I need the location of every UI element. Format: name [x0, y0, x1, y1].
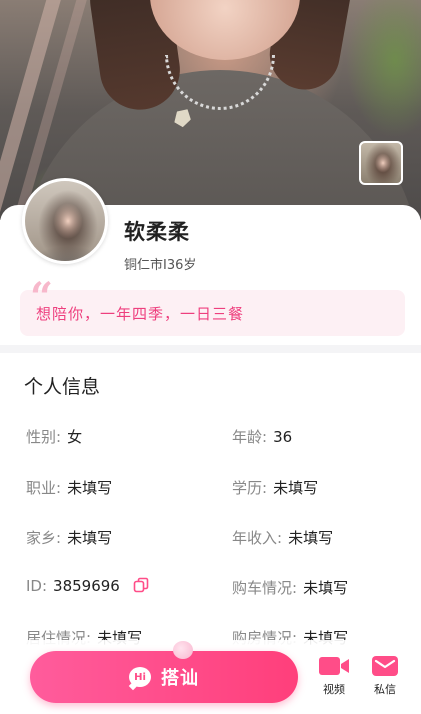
- info-id: ID: 3859696: [26, 577, 149, 595]
- info-value: 未填写: [67, 529, 113, 547]
- quote-text: 想陪你，一年四季，一日三餐: [36, 305, 245, 323]
- video-label: 视频: [323, 683, 345, 696]
- info-income: 年收入: 未填写: [232, 527, 333, 548]
- info-label: 职业:: [26, 479, 62, 497]
- info-car: 购车情况: 未填写: [232, 577, 348, 598]
- info-value: 未填写: [67, 479, 113, 497]
- info-label: 年龄:: [232, 428, 268, 446]
- video-icon: [319, 657, 349, 675]
- profile-meta: 铜仁市I36岁: [124, 254, 196, 273]
- video-button[interactable]: 视频: [312, 654, 356, 697]
- info-value: 3859696: [53, 577, 120, 595]
- info-gender: 性别: 女: [26, 426, 82, 447]
- info-age: 年龄: 36: [232, 426, 292, 447]
- signature-quote: “ 想陪你，一年四季，一日三餐: [20, 278, 405, 336]
- profile-city: 铜仁市: [124, 258, 164, 273]
- greet-button-label: 搭讪: [161, 668, 199, 689]
- info-label: ID:: [26, 577, 48, 595]
- section-title: 个人信息: [24, 376, 101, 398]
- avatar[interactable]: [22, 178, 108, 264]
- greet-button[interactable]: Hi 搭讪: [30, 651, 298, 703]
- message-icon: [372, 656, 398, 676]
- message-button[interactable]: 私信: [363, 654, 407, 697]
- info-label: 性别:: [26, 428, 62, 446]
- info-label: 年收入:: [232, 529, 283, 547]
- decorative-bubble: [173, 641, 193, 659]
- info-label: 学历:: [232, 479, 268, 497]
- profile-name: 软柔柔: [124, 220, 190, 244]
- info-value: 未填写: [273, 479, 319, 497]
- info-value: 36: [273, 428, 293, 446]
- info-hometown: 家乡: 未填写: [26, 527, 112, 548]
- photo-thumbnail[interactable]: [359, 141, 403, 185]
- info-value: 女: [67, 428, 83, 446]
- section-divider: [0, 345, 421, 353]
- hi-chat-icon: Hi: [129, 667, 151, 687]
- info-occupation: 职业: 未填写: [26, 477, 112, 498]
- message-label: 私信: [374, 683, 396, 696]
- info-label: 购车情况:: [232, 579, 298, 597]
- profile-age: 36岁: [166, 258, 197, 273]
- info-education: 学历: 未填写: [232, 477, 318, 498]
- info-label: 家乡:: [26, 529, 62, 547]
- copy-icon[interactable]: [133, 577, 149, 593]
- info-value: 未填写: [303, 579, 349, 597]
- info-value: 未填写: [288, 529, 334, 547]
